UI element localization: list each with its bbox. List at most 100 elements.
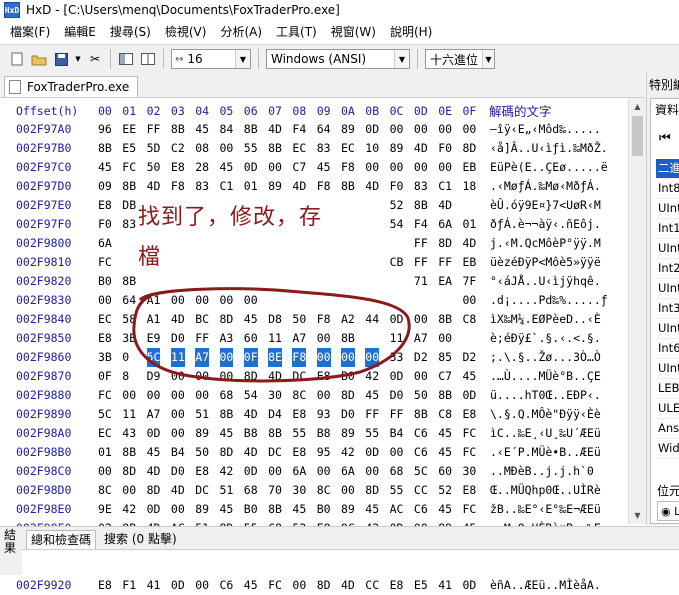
hex-byte[interactable]: C6: [414, 424, 428, 443]
hex-byte[interactable]: 8B: [341, 329, 355, 348]
hex-byte[interactable]: 6A: [292, 462, 306, 481]
hex-byte[interactable]: 00: [122, 481, 136, 500]
hex-row[interactable]: 002F9840 EC 58 A1 4D BC 8D 45 D8 50 F8 A2 44 0D 00 8B C8…: [0, 310, 628, 329]
hex-byte[interactable]: 0D: [244, 158, 258, 177]
data-type-item[interactable]: Wid: [656, 439, 679, 459]
hex-byte[interactable]: 0D: [463, 386, 477, 405]
hex-byte[interactable]: 64: [122, 291, 136, 310]
hex-byte[interactable]: D0: [171, 462, 185, 481]
menu-search[interactable]: 搜尋(S): [103, 21, 158, 43]
hex-byte[interactable]: 8B: [414, 196, 428, 215]
hex-byte[interactable]: 8B: [122, 272, 136, 291]
hex-byte[interactable]: FF: [390, 405, 404, 424]
menu-help[interactable]: 說明(H): [383, 21, 439, 43]
hex-byte[interactable]: 4D: [414, 139, 428, 158]
hex-byte[interactable]: 54: [390, 215, 404, 234]
hex-byte[interactable]: 00: [390, 443, 404, 462]
hex-byte[interactable]: D0: [341, 405, 355, 424]
hex-byte[interactable]: 45: [365, 386, 379, 405]
decoded-text[interactable]: .‹MøƒÁ.‰Mø‹MðƒÁ.: [490, 177, 601, 196]
hex-byte[interactable]: C6: [220, 576, 234, 595]
tab-search-results[interactable]: 搜索 (0 點擊): [100, 530, 181, 548]
hex-byte[interactable]: 18: [463, 177, 477, 196]
hex-byte[interactable]: E8: [463, 405, 477, 424]
hex-byte[interactable]: 8D: [438, 234, 452, 253]
hex-byte[interactable]: E5: [414, 576, 428, 595]
hex-byte[interactable]: 00: [219, 348, 234, 367]
hex-byte[interactable]: 8B: [268, 139, 282, 158]
hex-byte[interactable]: C7: [438, 367, 452, 386]
hex-byte[interactable]: 00: [171, 291, 185, 310]
hex-byte[interactable]: 00: [341, 481, 355, 500]
hex-byte[interactable]: 00: [292, 576, 306, 595]
offset-base-select[interactable]: 十六進位 ▼: [425, 49, 495, 69]
hex-byte[interactable]: 4D: [244, 443, 258, 462]
hex-byte[interactable]: 45: [463, 367, 477, 386]
hex-byte[interactable]: 55: [292, 424, 306, 443]
hex-byte[interactable]: 00: [268, 158, 282, 177]
menu-analysis[interactable]: 分析(A): [213, 21, 269, 43]
tab-checksum[interactable]: 總和檢查碼: [26, 530, 97, 550]
hex-byte[interactable]: D2: [414, 348, 428, 367]
menu-file[interactable]: 檔案(F): [0, 21, 57, 43]
hex-byte[interactable]: B4: [390, 424, 404, 443]
decoded-text[interactable]: j.‹M.QcMôèP°ÿÿ.M: [490, 234, 601, 253]
tab-foxtraderpro[interactable]: FoxTraderPro.exe: [4, 76, 139, 97]
hex-byte[interactable]: E8: [292, 405, 306, 424]
hex-byte[interactable]: 0D: [463, 576, 477, 595]
hex-byte[interactable]: 8B: [341, 177, 355, 196]
hex-byte[interactable]: 10: [365, 139, 379, 158]
hex-byte[interactable]: 00: [195, 386, 209, 405]
hex-byte[interactable]: A3: [220, 329, 234, 348]
scrollbar-thumb[interactable]: [632, 116, 643, 156]
hex-byte[interactable]: 52: [438, 481, 452, 500]
hex-byte[interactable]: 45: [195, 120, 209, 139]
hex-byte[interactable]: 45: [220, 500, 234, 519]
hex-byte[interactable]: 08: [195, 139, 209, 158]
hex-byte[interactable]: 50: [292, 310, 306, 329]
hex-byte[interactable]: 00: [244, 291, 258, 310]
hex-byte[interactable]: 84: [220, 120, 234, 139]
hex-byte[interactable]: 89: [268, 177, 282, 196]
hex-byte[interactable]: D2: [463, 348, 477, 367]
hex-byte[interactable]: E8: [98, 576, 112, 595]
hex-byte[interactable]: FF: [414, 234, 428, 253]
toggle-panel-icon[interactable]: [117, 50, 135, 68]
menu-edit[interactable]: 編輯E: [57, 21, 103, 43]
hex-byte[interactable]: 11: [122, 405, 136, 424]
hex-row[interactable]: 002F98A0 EC 43 0D 00 89 45 B8 8B 55 B8 89 55 B4 C6 45 FC…: [0, 424, 628, 443]
hex-byte[interactable]: 4D: [171, 481, 185, 500]
save-icon[interactable]: [52, 50, 70, 68]
hex-byte[interactable]: F1: [122, 576, 136, 595]
hex-byte[interactable]: 00: [316, 348, 331, 367]
hex-byte[interactable]: 54: [244, 386, 258, 405]
save-dropdown-icon[interactable]: ▼: [74, 50, 82, 68]
hex-byte[interactable]: EC: [341, 139, 355, 158]
decoded-text[interactable]: –îÿ‹E„‹Môd‰.....: [490, 120, 601, 139]
hex-byte[interactable]: 55: [365, 424, 379, 443]
hex-byte[interactable]: 6A: [341, 462, 355, 481]
hex-byte[interactable]: FC: [122, 158, 136, 177]
hex-byte[interactable]: 0F: [98, 367, 112, 386]
hex-byte[interactable]: 45: [147, 443, 161, 462]
data-type-item[interactable]: LEB: [656, 379, 679, 399]
hex-byte[interactable]: F4: [414, 215, 428, 234]
hex-byte[interactable]: 11: [170, 348, 185, 367]
hex-byte[interactable]: 8E: [268, 348, 282, 367]
hex-byte[interactable]: E8: [98, 196, 112, 215]
hex-byte[interactable]: 8B: [438, 310, 452, 329]
hex-byte[interactable]: 96: [98, 120, 112, 139]
decoded-text[interactable]: ü....hT0Œ..EÐP‹.: [490, 386, 601, 405]
hex-byte[interactable]: 89: [341, 500, 355, 519]
data-type-item[interactable]: Int16: [656, 219, 679, 239]
hex-byte[interactable]: 55: [244, 139, 258, 158]
hex-byte[interactable]: 00: [341, 348, 355, 367]
hex-byte[interactable]: 8D: [220, 310, 234, 329]
decoded-text[interactable]: è;éÐÿ£`.§.‹.<.§.: [490, 329, 601, 348]
hex-byte[interactable]: 8C: [317, 481, 331, 500]
hex-byte[interactable]: F0: [98, 215, 112, 234]
decoded-text[interactable]: .…Ù....MÜè°B..ÇE: [490, 367, 601, 386]
hex-byte[interactable]: 00: [438, 329, 452, 348]
hex-byte[interactable]: 51: [195, 405, 209, 424]
hex-byte[interactable]: 0F: [243, 348, 258, 367]
